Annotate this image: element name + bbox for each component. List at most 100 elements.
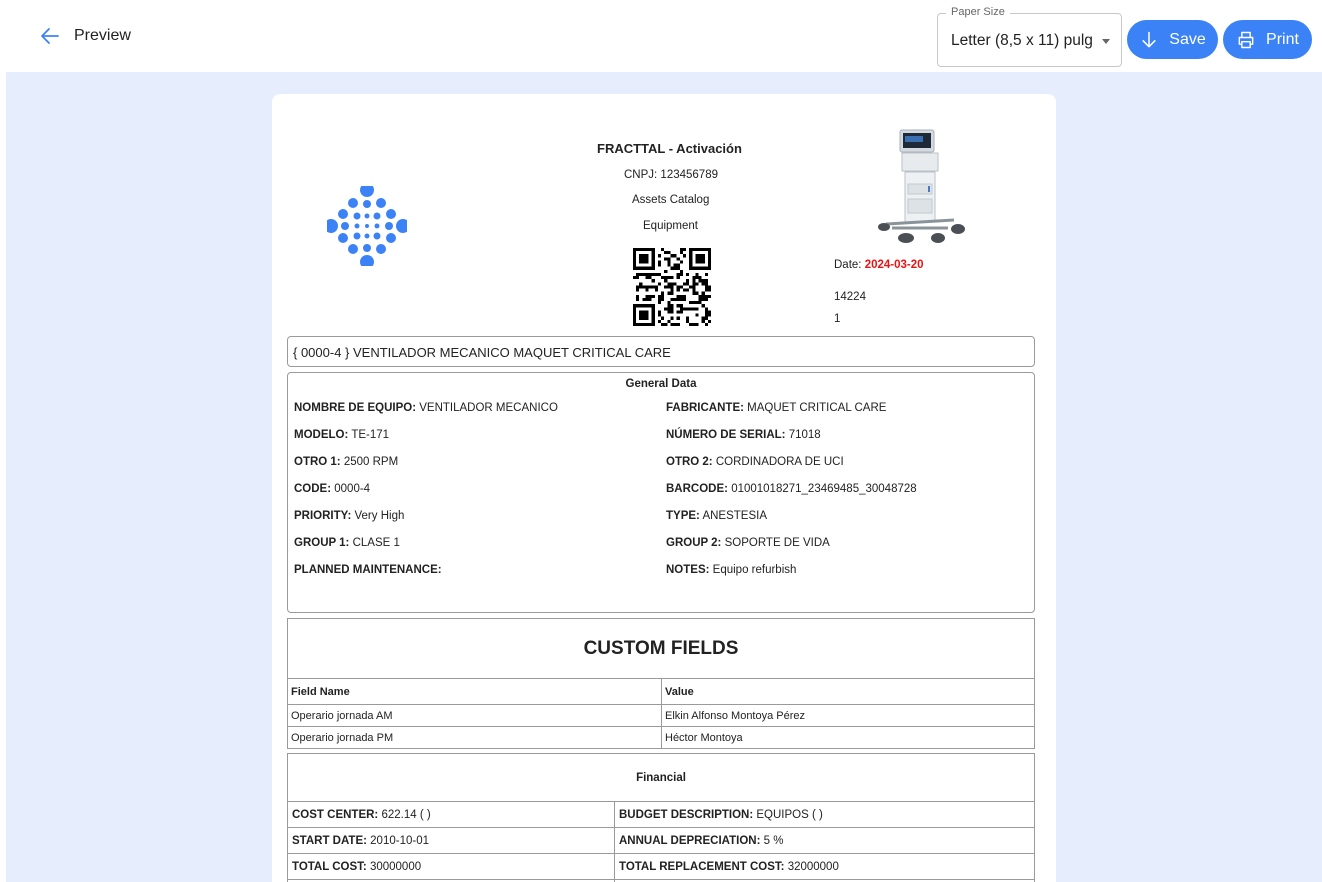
field-value: 32000000: [787, 860, 839, 873]
equipment-photo: [878, 129, 965, 243]
field-label: CODE:: [294, 483, 332, 495]
cnpj-text: CNPJ: 123456789: [624, 169, 718, 181]
general-field: OTRO 2: CORDINADORA DE UCI: [666, 456, 844, 468]
date-label: Date:: [834, 259, 862, 271]
printer-icon: [1238, 31, 1254, 48]
field-label: PRIORITY:: [294, 510, 352, 522]
field-label: ANNUAL DEPRECIATION:: [619, 834, 761, 847]
financial-cell: TOTAL COST: 30000000: [287, 853, 615, 880]
field-label: PLANNED MAINTENANCE:: [294, 564, 442, 576]
field-label: BUDGET DESCRIPTION:: [619, 808, 754, 821]
field-value: 2010-10-01: [370, 834, 429, 847]
table-row: Operario jornada PM Héctor Montoya: [287, 726, 1035, 749]
field-label: TOTAL COST:: [292, 860, 367, 873]
financial-heading: Financial: [287, 753, 1035, 802]
field-value-cell: Elkin Alfonso Montoya Pérez: [661, 704, 1035, 727]
catalog-text: Assets Catalog: [632, 194, 710, 206]
financial-cell: TOTAL REPLACEMENT COST: 32000000: [614, 853, 1035, 880]
general-field: NOMBRE DE EQUIPO: VENTILADOR MECANICO: [294, 402, 558, 414]
field-value-cell: Héctor Montoya: [661, 726, 1035, 749]
field-value: CLASE 1: [352, 537, 400, 549]
category-text: Equipment: [643, 220, 698, 232]
field-value: VENTILADOR MECANICO: [419, 402, 558, 414]
field-label: OTRO 2:: [666, 456, 713, 468]
custom-fields-heading: CUSTOM FIELDS: [287, 618, 1035, 679]
save-button[interactable]: Save: [1127, 20, 1218, 59]
general-data-heading: General Data: [625, 378, 697, 390]
field-label: FABRICANTE:: [666, 402, 744, 414]
field-label: TYPE:: [666, 510, 700, 522]
date-line: Date: 2024-03-20: [834, 259, 924, 271]
general-field: CODE: 0000-4: [294, 483, 370, 495]
qr-code: [633, 248, 711, 326]
field-value: ANESTESIA: [702, 510, 767, 522]
general-field: GROUP 1: CLASE 1: [294, 537, 400, 549]
general-field: MODELO: TE-171: [294, 429, 389, 441]
document-sheet: FRACTTAL - Activación CNPJ: 123456789 As…: [272, 94, 1056, 882]
financial-cell: COST CENTER: 622.14 ( ): [287, 801, 615, 828]
field-label: NOMBRE DE EQUIPO:: [294, 402, 417, 414]
field-name-cell: Operario jornada PM: [287, 726, 662, 749]
general-field: OTRO 1: 2500 RPM: [294, 456, 398, 468]
field-label: NÚMERO DE SERIAL:: [666, 429, 786, 441]
meta-line-2: 1: [834, 313, 841, 325]
top-toolbar: Preview Paper Size Letter (8,5 x 11) pul…: [0, 0, 1322, 72]
preview-canvas[interactable]: FRACTTAL - Activación CNPJ: 123456789 As…: [6, 72, 1322, 882]
financial-cell: ANNUAL DEPRECIATION: 5 %: [614, 827, 1035, 854]
field-label: TOTAL REPLACEMENT COST:: [619, 860, 785, 873]
asset-title: { 0000-4 } VENTILADOR MECANICO MAQUET CR…: [287, 336, 1035, 367]
back-label: Preview: [74, 27, 131, 44]
table-row: COST CENTER: 622.14 ( ) BUDGET DESCRIPTI…: [287, 801, 1035, 828]
field-label: OTRO 1:: [294, 456, 341, 468]
general-field: PLANNED MAINTENANCE:: [294, 564, 442, 576]
paper-size-select[interactable]: Paper Size Letter (8,5 x 11) pulg: [937, 6, 1122, 67]
field-value: 30000000: [369, 860, 422, 873]
general-data-section: General Data NOMBRE DE EQUIPO: VENTILADO…: [287, 372, 1035, 613]
date-value: 2024-03-20: [864, 259, 924, 271]
column-header-field-name: Field Name: [287, 678, 662, 705]
field-value: Equipo refurbish: [712, 564, 797, 576]
chevron-down-icon: [1102, 39, 1110, 44]
field-label: BARCODE:: [666, 483, 728, 495]
field-name-cell: Operario jornada AM: [287, 704, 662, 727]
table-row: Operario jornada AM Elkin Alfonso Montoy…: [287, 704, 1035, 727]
table-row: START DATE: 2010-10-01 ANNUAL DEPRECIATI…: [287, 827, 1035, 854]
field-value: MAQUET CRITICAL CARE: [747, 402, 887, 414]
general-field: NOTES: Equipo refurbish: [666, 564, 796, 576]
print-label: Print: [1266, 30, 1299, 48]
paper-size-legend: Paper Size: [946, 6, 1010, 18]
field-label: MODELO:: [294, 429, 349, 441]
general-field: PRIORITY: Very High: [294, 510, 404, 522]
company-name: FRACTTAL - Activación: [597, 141, 742, 156]
save-label: Save: [1169, 30, 1206, 48]
field-value: 0000-4: [334, 483, 371, 495]
print-button[interactable]: Print: [1223, 20, 1312, 59]
field-value: EQUIPOS ( ): [756, 808, 823, 821]
field-label: NOTES:: [666, 564, 710, 576]
field-label: START DATE:: [292, 834, 367, 847]
arrow-down-icon: [1142, 31, 1156, 47]
column-header-value: Value: [661, 678, 1035, 705]
field-label: GROUP 2:: [666, 537, 722, 549]
custom-fields-table: CUSTOM FIELDS Field Name Value Operario …: [287, 618, 1035, 749]
field-value: 71018: [788, 429, 821, 441]
field-value: 5 %: [763, 834, 784, 847]
back-button[interactable]: Preview: [38, 24, 131, 48]
general-field: BARCODE: 01001018271_23469485_30048728: [666, 483, 917, 495]
paper-size-value: Letter (8,5 x 11) pulg: [951, 32, 1093, 49]
field-value: 622.14 ( ): [381, 808, 431, 821]
general-field: FABRICANTE: MAQUET CRITICAL CARE: [666, 402, 886, 414]
field-value: TE-171: [351, 429, 390, 441]
meta-line-1: 14224: [834, 291, 866, 303]
general-field: TYPE: ANESTESIA: [666, 510, 767, 522]
field-value: CORDINADORA DE UCI: [715, 456, 844, 468]
arrow-left-icon: [41, 28, 59, 44]
table-row: TOTAL COST: 30000000 TOTAL REPLACEMENT C…: [287, 853, 1035, 880]
field-value: 01001018271_23469485_30048728: [731, 483, 917, 495]
general-field: GROUP 2: SOPORTE DE VIDA: [666, 537, 830, 549]
financial-cell: BUDGET DESCRIPTION: EQUIPOS ( ): [614, 801, 1035, 828]
financial-table: Financial COST CENTER: 622.14 ( ) BUDGET…: [287, 753, 1035, 882]
field-value: 2500 RPM: [343, 456, 399, 468]
field-value: Very High: [354, 510, 405, 522]
company-logo: [327, 186, 407, 266]
